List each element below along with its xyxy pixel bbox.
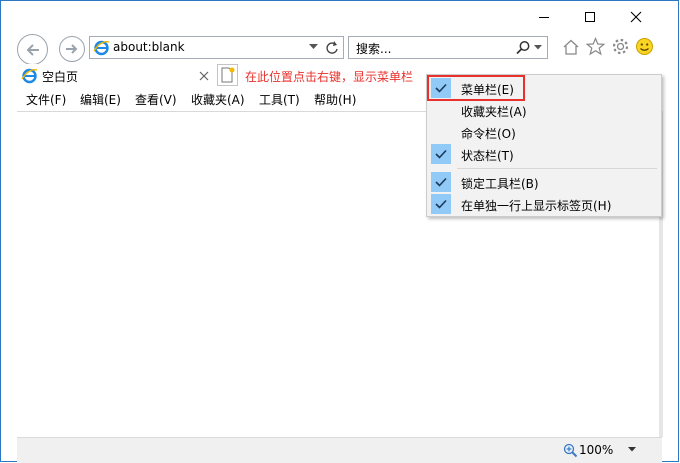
close-icon xyxy=(630,11,642,22)
feedback-smiley-icon[interactable] xyxy=(635,37,654,56)
highlight-box xyxy=(427,75,525,101)
browser-window: about:blank 搜索... 空白页 在此位置点击右键，显示菜单栏 文件(… xyxy=(0,0,679,463)
maximize-icon xyxy=(585,11,595,22)
ctx-item-tabs-separate-row[interactable]: 在单独一行上显示标签页(H) xyxy=(428,193,660,215)
back-button[interactable] xyxy=(17,34,48,65)
address-text[interactable]: about:blank xyxy=(113,40,185,54)
home-icon[interactable] xyxy=(562,38,580,56)
address-dropdown-icon[interactable] xyxy=(309,44,318,50)
ie-page-icon xyxy=(93,40,110,56)
search-dropdown-icon[interactable] xyxy=(534,45,542,50)
forward-button[interactable] xyxy=(59,36,85,62)
forward-arrow-icon xyxy=(66,44,78,54)
new-tab-button[interactable] xyxy=(217,64,238,86)
status-bar: 100% xyxy=(17,437,662,463)
menu-edit[interactable]: 编辑(E) xyxy=(80,91,121,108)
ie-tab-icon xyxy=(21,68,38,84)
menu-separator xyxy=(457,168,657,169)
tab-title: 空白页 xyxy=(42,70,79,84)
minimize-button[interactable] xyxy=(521,1,567,32)
check-icon xyxy=(431,172,451,192)
search-box[interactable]: 搜索... xyxy=(348,36,548,59)
menu-favorites[interactable]: 收藏夹(A) xyxy=(191,91,245,108)
minimize-icon xyxy=(539,16,549,18)
menu-file[interactable]: 文件(F) xyxy=(26,91,66,108)
tab-blank-page[interactable]: 空白页 xyxy=(17,64,213,88)
menu-view[interactable]: 查看(V) xyxy=(135,91,177,108)
menu-help[interactable]: 帮助(H) xyxy=(314,91,356,108)
zoom-level[interactable]: 100% xyxy=(579,443,613,457)
ctx-item-command-bar[interactable]: 命令栏(O) xyxy=(428,121,660,143)
maximize-button[interactable] xyxy=(567,1,613,32)
search-icon[interactable] xyxy=(515,40,531,56)
favorites-star-icon[interactable] xyxy=(586,37,605,56)
check-icon xyxy=(431,144,451,164)
tools-gear-icon[interactable] xyxy=(611,37,630,56)
ctx-item-lock-toolbars[interactable]: 锁定工具栏(B) xyxy=(428,171,660,193)
refresh-icon[interactable] xyxy=(325,40,339,55)
annotation-text: 在此位置点击右键，显示菜单栏 xyxy=(245,70,414,84)
check-icon xyxy=(431,194,451,214)
zoom-dropdown-icon[interactable] xyxy=(628,447,636,452)
search-input[interactable]: 搜索... xyxy=(356,40,391,57)
ctx-item-favorites-bar[interactable]: 收藏夹栏(A) xyxy=(428,99,660,121)
tab-close-icon[interactable] xyxy=(199,71,209,81)
back-arrow-icon xyxy=(26,43,39,56)
ctx-item-status-bar[interactable]: 状态栏(T) xyxy=(428,143,660,165)
new-tab-icon xyxy=(221,67,235,83)
zoom-icon[interactable] xyxy=(563,443,578,458)
address-bar[interactable]: about:blank xyxy=(89,36,344,59)
close-button[interactable] xyxy=(613,1,659,32)
menu-tools[interactable]: 工具(T) xyxy=(259,91,300,108)
